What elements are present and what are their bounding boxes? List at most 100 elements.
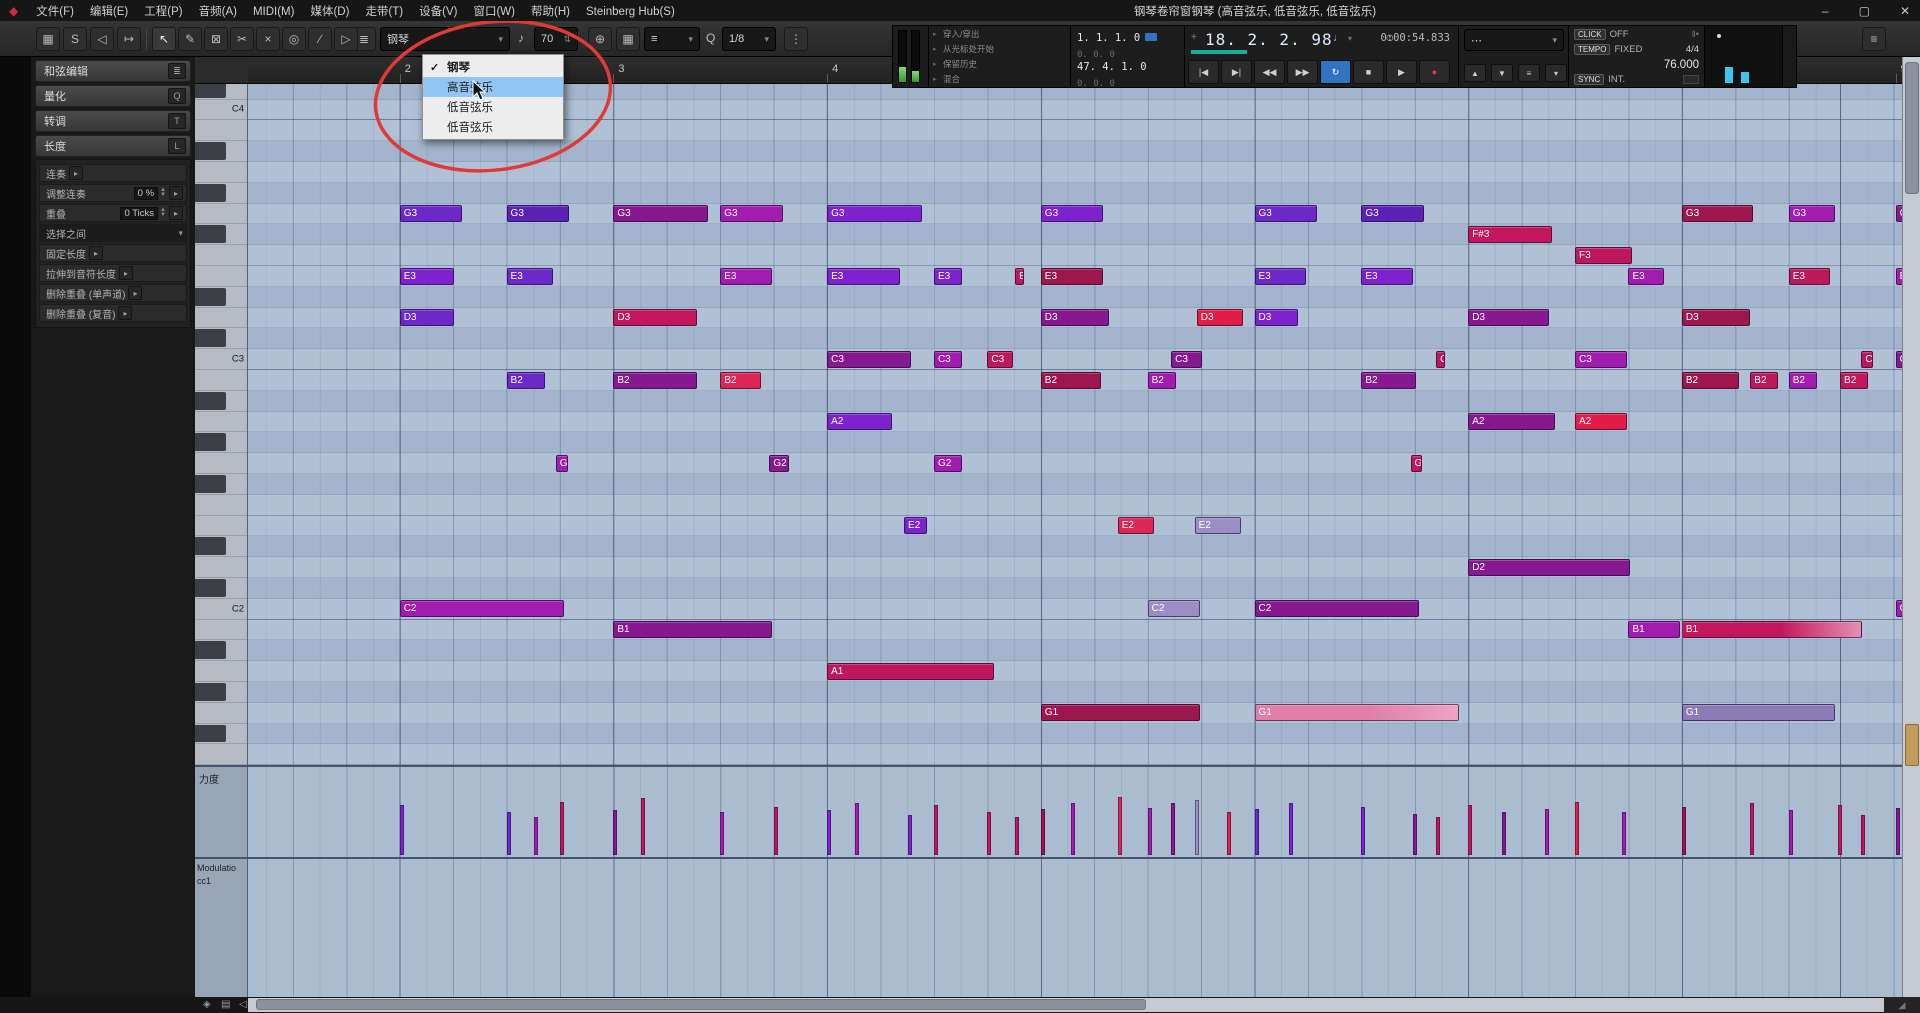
inspector-section-length[interactable]: 长度 L xyxy=(35,135,191,157)
sync-row[interactable]: SYNC INT. xyxy=(1569,72,1704,87)
piano-key[interactable] xyxy=(195,619,247,641)
length-row-value[interactable]: 0 Ticks xyxy=(120,206,159,220)
velocity-bar[interactable] xyxy=(559,801,564,855)
midi-note[interactable]: G3 xyxy=(1254,205,1318,223)
play-button[interactable]: ▶ xyxy=(1386,60,1417,84)
piano-key[interactable] xyxy=(195,224,247,246)
velocity-bar[interactable] xyxy=(1681,806,1686,855)
piano-key[interactable] xyxy=(195,84,247,100)
length-row-adjust-legato[interactable]: 调整连奏 0 % ▲ ▼ ▸ xyxy=(39,184,187,202)
record-mode-1[interactable]: 从光标处开始 xyxy=(929,42,1070,57)
midi-note[interactable]: B2 xyxy=(613,371,698,389)
split-tool[interactable]: ✂ xyxy=(230,27,254,51)
length-row-button[interactable]: ▸ xyxy=(119,266,133,280)
length-row-stretch-to-note-length[interactable]: 拉伸到音符长度 ▸ xyxy=(39,264,187,282)
piano-key[interactable] xyxy=(195,411,247,433)
length-row-button[interactable]: ▸ xyxy=(169,186,183,200)
length-row-between-selection[interactable]: 选择之间 ▾ xyxy=(39,224,187,242)
piano-key[interactable] xyxy=(195,286,247,308)
velocity-bar[interactable] xyxy=(1788,810,1793,855)
grid-button[interactable]: ▦ xyxy=(616,27,640,51)
midi-note[interactable]: E3 xyxy=(399,267,455,285)
left-locator[interactable]: 1. 1. 1. 0 xyxy=(1077,28,1184,44)
vertical-scrollbar-thumb[interactable] xyxy=(1905,62,1919,194)
velocity-bar[interactable] xyxy=(1837,805,1842,855)
midi-note[interactable]: G1 xyxy=(1681,704,1836,722)
midi-note[interactable]: B2 xyxy=(1788,371,1817,389)
piano-key[interactable] xyxy=(195,723,247,745)
piano-key[interactable] xyxy=(195,453,247,474)
midi-note[interactable]: B2 xyxy=(1681,371,1740,389)
quantize-dropdown[interactable]: 1/8 ▾ xyxy=(722,27,776,51)
velocity-bar[interactable] xyxy=(1575,801,1580,855)
midi-note[interactable]: G3 xyxy=(506,205,570,223)
menubar-item-9[interactable]: 帮助(H) xyxy=(523,6,578,18)
midi-note[interactable]: C xyxy=(1436,350,1446,368)
chevron-down-icon[interactable]: ▾ xyxy=(1348,34,1352,43)
record-mode-0[interactable]: 穿入/穿出 xyxy=(929,27,1070,42)
menubar-item-1[interactable]: 编辑(E) xyxy=(82,6,136,18)
vertical-scrollbar[interactable] xyxy=(1902,57,1920,997)
menubar-item-10[interactable]: Steinberg Hub(S) xyxy=(578,6,683,18)
piano-key[interactable] xyxy=(195,702,247,724)
velocity-bar[interactable] xyxy=(720,812,725,855)
insert-velocity-field[interactable]: 70 ⇅ xyxy=(534,27,578,51)
velocity-bar[interactable] xyxy=(1226,812,1231,855)
right-locator[interactable]: 47. 4. 1. 0 xyxy=(1077,57,1184,73)
midi-note[interactable]: B1 xyxy=(1681,621,1863,639)
velocity-bar[interactable] xyxy=(933,805,938,855)
length-row-button[interactable]: ▸ xyxy=(118,306,133,320)
piano-key[interactable] xyxy=(195,162,247,183)
zoom-corner[interactable]: ◢ xyxy=(1884,997,1920,1013)
midi-note[interactable]: F3 xyxy=(1575,246,1633,264)
vertical-zoom-handle[interactable] xyxy=(1905,724,1919,766)
horizontal-scrollbar-track[interactable] xyxy=(248,998,1884,1012)
piano-key[interactable] xyxy=(195,432,247,454)
velocity-bar[interactable] xyxy=(827,810,832,855)
velocity-bar[interactable] xyxy=(1545,808,1550,855)
velocity-bar[interactable] xyxy=(1040,808,1045,855)
midi-note[interactable]: D3 xyxy=(1196,309,1244,327)
acoustic-feedback-icon[interactable]: ◁ xyxy=(90,27,114,51)
ruler-measure-4[interactable]: 4 xyxy=(832,63,838,75)
piano-key[interactable]: C3 xyxy=(195,349,247,370)
piano-key[interactable] xyxy=(195,120,247,142)
length-row-delete-overlaps-mono[interactable]: 删除重叠 (单声道) ▸ xyxy=(39,284,187,302)
midi-note[interactable]: E xyxy=(1015,267,1025,285)
transport-time[interactable]: 0:00:54.833 xyxy=(1380,32,1450,44)
velocity-bar[interactable] xyxy=(1171,803,1176,855)
midi-note[interactable]: G3 xyxy=(399,205,463,223)
piano-key[interactable] xyxy=(195,494,247,516)
midi-note[interactable]: D3 xyxy=(1681,309,1750,327)
midi-note[interactable]: E3 xyxy=(720,267,773,285)
velocity-bar[interactable] xyxy=(1117,796,1122,855)
velocity-bar[interactable] xyxy=(1361,806,1366,855)
record-mode-3[interactable]: 混合 xyxy=(929,72,1070,87)
length-row-button[interactable]: ▸ xyxy=(69,166,83,180)
menubar-item-3[interactable]: 音频(A) xyxy=(191,6,245,18)
piano-key[interactable] xyxy=(195,536,247,558)
select-tool[interactable]: ↖ xyxy=(152,27,176,51)
autoscroll-icon[interactable]: ↦ xyxy=(117,27,141,51)
horizontal-scrollbar-thumb[interactable] xyxy=(256,999,1146,1010)
midi-note[interactable]: C3 xyxy=(1171,350,1202,368)
midi-note[interactable]: G1 xyxy=(1040,704,1200,722)
midi-note[interactable]: G xyxy=(1410,454,1423,472)
part-popup-item-2[interactable]: 低音弦乐 xyxy=(423,97,563,117)
midi-note[interactable]: E3 xyxy=(827,267,901,285)
length-row-fixed-length[interactable]: 固定长度 ▸ xyxy=(39,244,187,262)
velocity-bar[interactable] xyxy=(1288,803,1293,855)
midi-note[interactable]: G2 xyxy=(769,454,790,472)
midi-note[interactable]: E3 xyxy=(506,267,554,285)
midi-note[interactable]: C3 xyxy=(933,350,962,368)
piano-key[interactable]: C4 xyxy=(195,99,247,121)
lane-setup-icon[interactable]: ▤ xyxy=(221,999,230,1010)
solo-button[interactable]: S xyxy=(63,27,87,51)
transport-small-button-2[interactable]: ≡ xyxy=(1518,64,1540,82)
record-mode-2[interactable]: 保留历史 xyxy=(929,57,1070,72)
play-tool[interactable]: ▷ xyxy=(334,27,358,51)
velocity-bar[interactable] xyxy=(641,798,646,855)
tempo-row[interactable]: TEMPO FIXED 4/4 xyxy=(1569,42,1704,57)
velocity-bar[interactable] xyxy=(1502,812,1507,855)
velocity-bar[interactable] xyxy=(1070,803,1075,855)
